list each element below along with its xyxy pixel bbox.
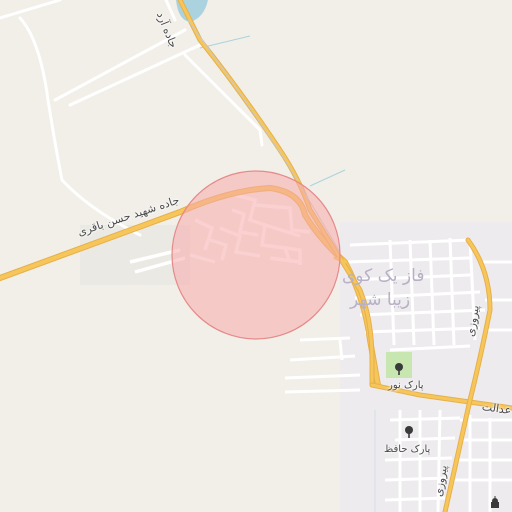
map-base — [0, 0, 512, 512]
district-label-line-2: زیبا شهر — [350, 290, 411, 310]
poi-label-park-noor: پارک نور — [388, 380, 424, 391]
map-canvas[interactable]: جاده شهید حسن باقری جاده آرد پیروزی پیرو… — [0, 0, 512, 512]
stream-line — [309, 169, 346, 187]
district-label-line-1: فاز یک کوی — [342, 266, 425, 286]
highlight-circle[interactable] — [171, 170, 341, 340]
poi-label-park-hafez: پارک حافظ — [384, 444, 431, 455]
